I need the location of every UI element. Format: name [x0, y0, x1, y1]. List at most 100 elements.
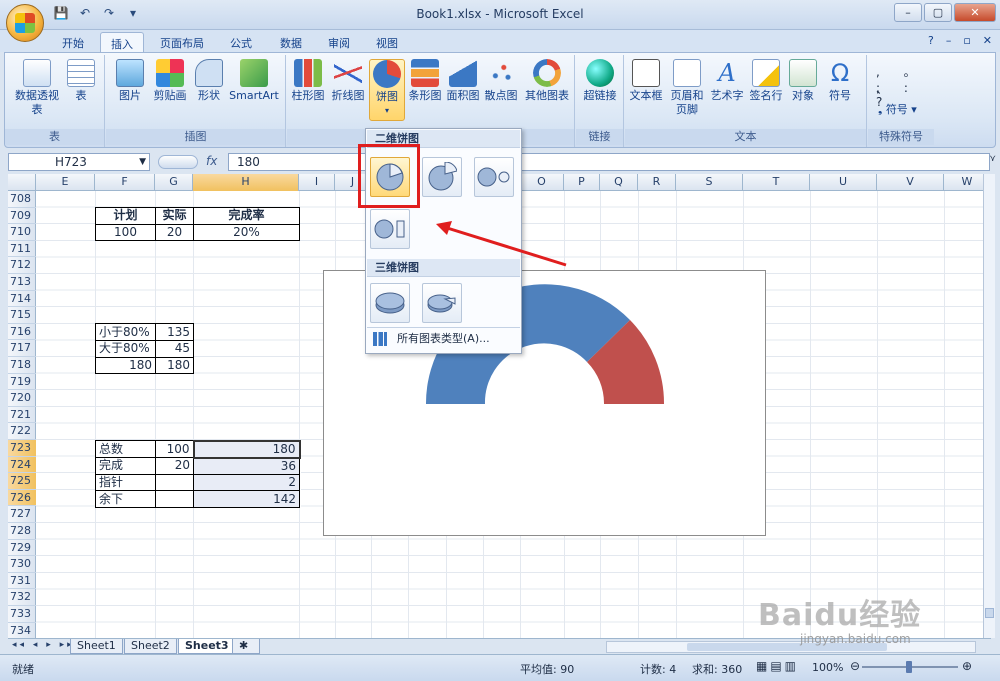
- horizontal-scrollbar[interactable]: [606, 641, 976, 653]
- row-header[interactable]: 709: [8, 208, 36, 225]
- shapes-button[interactable]: 形状: [192, 59, 226, 103]
- table-cell[interactable]: 余下: [95, 490, 156, 508]
- zoom-out-icon[interactable]: ⊖: [850, 659, 860, 673]
- row-header[interactable]: 713: [8, 274, 36, 291]
- table-cell[interactable]: [155, 473, 194, 492]
- column-header[interactable]: U: [810, 174, 877, 191]
- row-header[interactable]: 719: [8, 374, 36, 391]
- table-cell[interactable]: 20: [155, 457, 194, 475]
- tab-page-layout[interactable]: 页面布局: [150, 32, 214, 52]
- row-header[interactable]: 712: [8, 257, 36, 274]
- sheet-tab[interactable]: Sheet1: [70, 639, 123, 654]
- row-header[interactable]: 717: [8, 340, 36, 357]
- sheet-tab[interactable]: Sheet2: [124, 639, 177, 654]
- row-header-selected[interactable]: 724: [8, 456, 36, 474]
- tab-review[interactable]: 审阅: [318, 32, 360, 52]
- row-header[interactable]: 733: [8, 606, 36, 623]
- textbox-button[interactable]: 文本框: [627, 59, 665, 103]
- table-cell[interactable]: 大于80%: [95, 339, 156, 358]
- office-button[interactable]: [6, 4, 44, 42]
- zoom-in-icon[interactable]: ⊕: [962, 659, 972, 673]
- column-chart-button[interactable]: 柱形图: [289, 59, 327, 103]
- zoom-slider[interactable]: [862, 661, 958, 673]
- name-box[interactable]: H723 ▼: [8, 153, 150, 171]
- ribbon-restore-icon[interactable]: ▫: [963, 34, 970, 47]
- row-header[interactable]: 714: [8, 291, 36, 308]
- row-header[interactable]: 727: [8, 506, 36, 523]
- row-header[interactable]: 732: [8, 589, 36, 606]
- column-header[interactable]: G: [155, 174, 193, 191]
- vertical-scrollbar[interactable]: [983, 174, 995, 638]
- column-header[interactable]: R: [638, 174, 676, 191]
- all-chart-types-item[interactable]: 所有图表类型(A)...: [367, 327, 520, 351]
- close-button[interactable]: ✕: [954, 3, 996, 22]
- table-cell[interactable]: 计划: [95, 207, 156, 225]
- view-mode-icons[interactable]: ▦▤▥: [756, 659, 799, 673]
- insert-sheet-icon[interactable]: ✱: [232, 639, 260, 654]
- column-header[interactable]: P: [564, 174, 600, 191]
- bar-chart-button[interactable]: 条形图: [407, 59, 443, 103]
- pivot-table-button[interactable]: 数据透视表: [13, 59, 61, 117]
- zoom-level[interactable]: 100%: [812, 661, 843, 674]
- table-cell[interactable]: 135: [155, 323, 194, 341]
- help-icon[interactable]: ?: [928, 34, 934, 47]
- smartart-button[interactable]: SmartArt: [228, 59, 280, 103]
- formula-splitter[interactable]: [158, 155, 198, 169]
- row-header[interactable]: 718: [8, 357, 36, 374]
- column-header[interactable]: E: [36, 174, 95, 191]
- table-cell[interactable]: 180: [95, 356, 156, 375]
- table-cell[interactable]: 20: [155, 223, 194, 242]
- table-cell[interactable]: 20%: [193, 223, 300, 242]
- column-header[interactable]: O: [520, 174, 564, 191]
- pie-chart-button[interactable]: 饼图 ▾: [369, 59, 405, 121]
- table-cell[interactable]: 指针: [95, 473, 156, 492]
- name-box-dropdown-icon[interactable]: ▼: [139, 154, 146, 170]
- scroll-thumb[interactable]: [985, 608, 994, 618]
- select-all-corner[interactable]: [8, 174, 36, 191]
- symbol-button[interactable]: Ω 符号: [823, 59, 857, 103]
- row-header[interactable]: 710: [8, 224, 36, 241]
- sheet-nav-icons[interactable]: ◂◂ ◂ ▸ ▸▸: [12, 640, 75, 650]
- table-cell[interactable]: 实际: [155, 207, 194, 225]
- table-cell[interactable]: 完成: [95, 457, 156, 475]
- table-cell[interactable]: 小于80%: [95, 323, 156, 341]
- row-header[interactable]: 731: [8, 573, 36, 590]
- row-header[interactable]: 730: [8, 556, 36, 573]
- column-header[interactable]: T: [743, 174, 810, 191]
- minimize-button[interactable]: –: [894, 3, 922, 22]
- selected-cell[interactable]: 142: [193, 490, 300, 508]
- line-chart-button[interactable]: 折线图: [329, 59, 367, 103]
- row-header[interactable]: 720: [8, 390, 36, 407]
- column-header[interactable]: I: [299, 174, 335, 191]
- object-button[interactable]: 对象: [787, 59, 819, 103]
- picture-button[interactable]: 图片: [112, 59, 148, 103]
- row-header[interactable]: 711: [8, 241, 36, 258]
- pie-3d-option[interactable]: [370, 283, 410, 323]
- ribbon-close-icon[interactable]: ✕: [983, 34, 992, 47]
- exploded-pie-2d-option[interactable]: [422, 157, 462, 197]
- ribbon-minimize-icon[interactable]: –: [946, 34, 952, 47]
- maximize-button[interactable]: ▢: [924, 3, 952, 22]
- row-header[interactable]: 722: [8, 423, 36, 440]
- selected-cell[interactable]: 2: [193, 473, 300, 492]
- table-cell[interactable]: 总数: [95, 440, 156, 459]
- clipart-button[interactable]: 剪贴画: [150, 59, 190, 103]
- wordart-button[interactable]: A 艺术字: [709, 59, 745, 103]
- row-header[interactable]: 729: [8, 540, 36, 557]
- tab-insert[interactable]: 插入: [100, 32, 144, 52]
- other-charts-button[interactable]: 其他图表: [523, 59, 571, 103]
- table-button[interactable]: 表: [65, 59, 97, 103]
- expand-formula-icon[interactable]: ⋎: [989, 154, 996, 164]
- tab-home[interactable]: 开始: [52, 32, 94, 52]
- active-cell[interactable]: 180: [192, 439, 301, 459]
- column-header[interactable]: F: [95, 174, 155, 191]
- special-symbol-button[interactable]: ❟ 符号 ▾: [878, 101, 917, 117]
- header-footer-button[interactable]: 页眉和页脚: [667, 59, 707, 117]
- row-header-selected[interactable]: 723: [8, 440, 36, 457]
- pie-of-pie-option[interactable]: [474, 157, 514, 197]
- column-header[interactable]: S: [676, 174, 743, 191]
- bar-of-pie-option[interactable]: [370, 209, 410, 249]
- row-header[interactable]: 728: [8, 523, 36, 540]
- row-header[interactable]: 715: [8, 307, 36, 324]
- table-cell[interactable]: 100: [95, 223, 156, 242]
